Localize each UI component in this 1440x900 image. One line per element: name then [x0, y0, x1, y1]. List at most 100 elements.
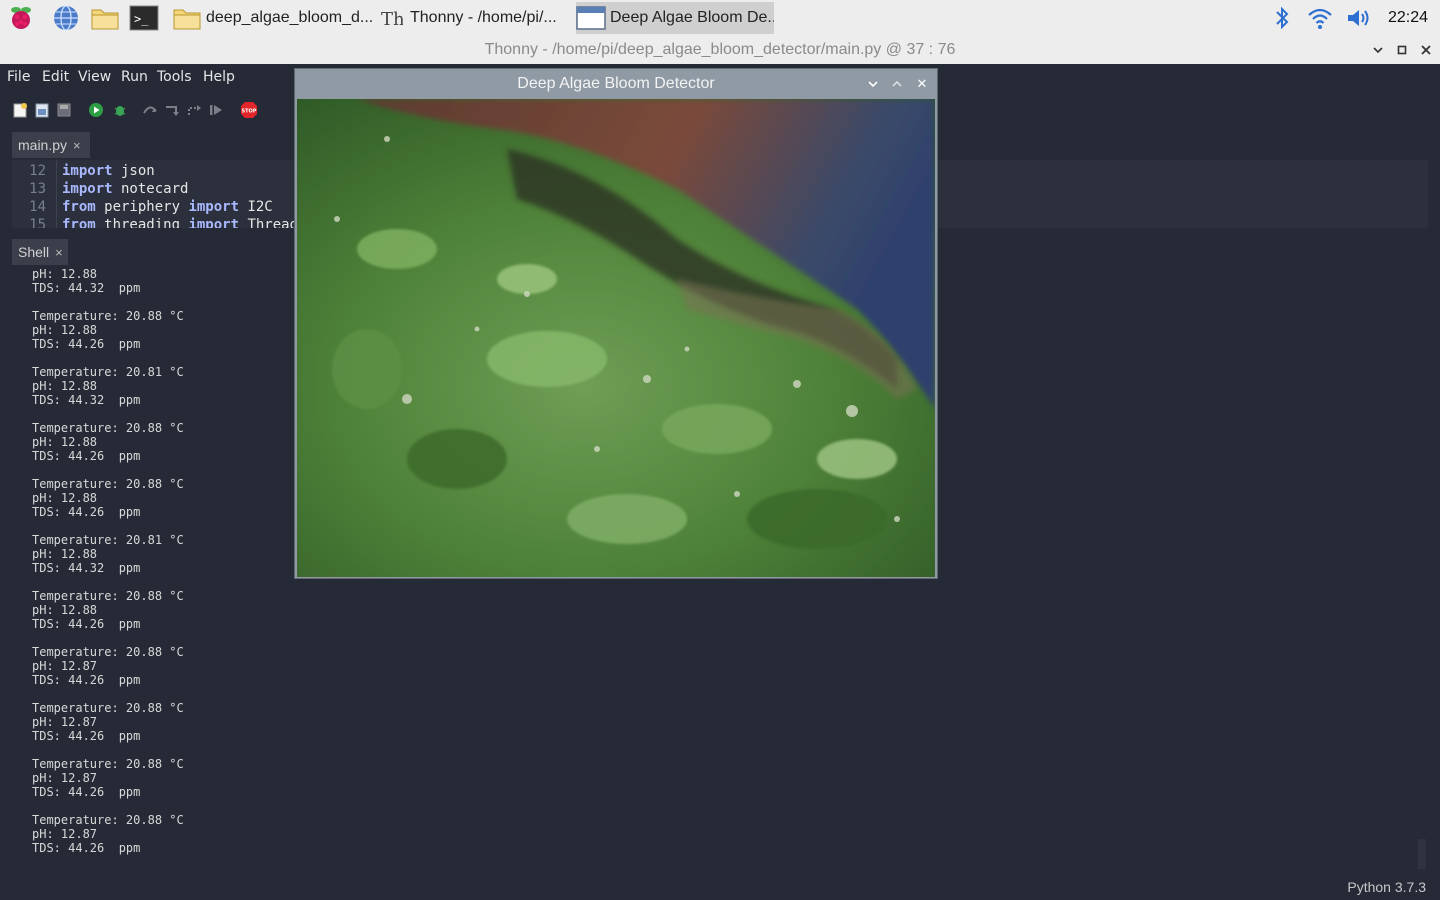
step-out-icon [188, 105, 201, 115]
close-tab-icon[interactable]: × [73, 138, 81, 153]
raspberry-menu-icon[interactable] [6, 3, 36, 33]
shell-reading: Temperature: 20.88 °C pH: 12.88 TDS: 44.26… [32, 421, 184, 463]
shell-line: TDS: 44.26 ppm [32, 729, 141, 743]
menu-edit[interactable]: Edit [42, 69, 69, 85]
stop-button[interactable]: STOP [239, 100, 259, 120]
save-button[interactable] [54, 100, 74, 120]
bug-icon [114, 106, 126, 116]
clock[interactable]: 22:24 [1388, 0, 1428, 36]
keyword: import [62, 163, 113, 179]
line-number: 13 [29, 181, 46, 197]
bluetooth-icon[interactable] [1267, 3, 1297, 33]
square-icon [1397, 45, 1407, 55]
shell-line: pH: 12.88 [32, 491, 98, 505]
open-file-icon [35, 103, 49, 118]
tab-main-py[interactable]: main.py × [12, 132, 90, 158]
chevron-up-icon [892, 81, 902, 87]
camera-close-button[interactable]: ✕ [912, 74, 932, 94]
shell-scrollbar[interactable] [1418, 839, 1426, 869]
shell-line: Temperature: 20.88 °C [32, 701, 184, 715]
close-button[interactable] [1414, 36, 1438, 64]
shell-output: pH: 12.88 TDS: 44.32 ppm Temperature: 20.8… [32, 267, 184, 869]
code-text: threading [95, 217, 189, 228]
keyword: import [188, 217, 240, 228]
minimize-button[interactable] [1366, 36, 1390, 64]
shell-reading: Temperature: 20.81 °C pH: 12.88 TDS: 44.32… [32, 533, 184, 575]
code-line: import json [62, 163, 155, 179]
step-over-button[interactable] [140, 100, 160, 120]
task-camera-window[interactable]: Deep Algae Bloom De... [576, 2, 774, 34]
close-icon: ✕ [916, 76, 928, 92]
folder-icon [172, 3, 202, 33]
camera-maximize-button[interactable] [887, 74, 907, 94]
shell-line: TDS: 44.26 ppm [32, 617, 141, 631]
task-thonny[interactable]: Th Thonny - /home/pi/... [376, 2, 572, 34]
line-number: 12 [29, 163, 46, 179]
file-manager-icon[interactable] [90, 3, 120, 33]
tab-label: main.py [18, 137, 68, 153]
shell-line: Temperature: 20.88 °C [32, 477, 184, 491]
shell-line: TDS: 44.26 ppm [32, 673, 141, 687]
shell-line: pH: 12.88 [32, 435, 98, 449]
code-line: from periphery import I2C [62, 199, 273, 215]
step-out-button[interactable] [184, 100, 204, 120]
task-file-manager[interactable]: deep_algae_bloom_d... [172, 2, 372, 34]
code-text: notecard [112, 181, 189, 197]
shell-line: TDS: 44.32 ppm [32, 393, 141, 407]
shell-line: TDS: 44.32 ppm [32, 561, 141, 575]
step-into-button[interactable] [162, 100, 182, 120]
menu-view[interactable]: View [78, 69, 111, 85]
thonny-icon: Th [376, 3, 406, 33]
tab-label: Shell [18, 244, 50, 260]
keyword: from [62, 199, 96, 215]
wifi-icon[interactable] [1305, 3, 1335, 33]
run-button[interactable] [86, 100, 106, 120]
taskbar: >_ deep_algae_bloom_d... Th Thonny - /ho… [0, 0, 1440, 37]
thonny-titlebar[interactable]: Thonny - /home/pi/deep_algae_bloom_detec… [0, 36, 1440, 64]
status-bar: Python 3.7.3 [0, 876, 1440, 900]
web-browser-icon[interactable] [51, 3, 81, 33]
maximize-button[interactable] [1390, 36, 1414, 64]
terminal-icon[interactable]: >_ [129, 3, 159, 33]
open-file-button[interactable] [32, 100, 52, 120]
shell-line: Temperature: 20.88 °C [32, 421, 184, 435]
shell-line: pH: 12.87 [32, 827, 98, 841]
svg-text:STOP: STOP [242, 109, 257, 115]
resume-button[interactable] [206, 100, 226, 120]
shell-line: pH: 12.88 [32, 323, 98, 337]
shell-line: pH: 12.87 [32, 659, 98, 673]
camera-minimize-button[interactable] [863, 74, 883, 94]
python-version[interactable]: Python 3.7.3 [1347, 879, 1426, 895]
code-line: import notecard [62, 181, 188, 197]
volume-icon[interactable] [1344, 3, 1374, 33]
shell-reading: Temperature: 20.88 °C pH: 12.87 TDS: 44.26… [32, 701, 184, 743]
shell-reading: Temperature: 20.88 °C pH: 12.87 TDS: 44.26… [32, 813, 184, 855]
new-file-button[interactable] [10, 100, 30, 120]
tab-shell[interactable]: Shell × [12, 239, 68, 265]
shell-line: Temperature: 20.88 °C [32, 813, 184, 827]
code-text: Thread [239, 217, 299, 228]
shell-line: pH: 12.88 [32, 603, 98, 617]
shell-line: TDS: 44.26 ppm [32, 785, 141, 799]
camera-feed-image [297, 99, 935, 577]
camera-window-title[interactable]: Deep Algae Bloom Detector [295, 69, 937, 99]
menu-run[interactable]: Run [121, 69, 148, 85]
step-into-icon [166, 106, 179, 116]
debug-button[interactable] [110, 100, 130, 120]
shell-line: pH: 12.87 [32, 771, 98, 785]
menu-help[interactable]: Help [203, 69, 235, 85]
close-tab-icon[interactable]: × [55, 245, 63, 260]
stop-icon: STOP [241, 102, 257, 118]
camera-window[interactable]: Deep Algae Bloom Detector ✕ [294, 68, 938, 579]
window-icon [576, 3, 606, 33]
shell-line: pH: 12.88 [32, 267, 98, 281]
task-label: deep_algae_bloom_d... [206, 9, 372, 26]
menu-tools[interactable]: Tools [157, 69, 192, 85]
shell-reading: Temperature: 20.81 °C pH: 12.88 TDS: 44.32… [32, 365, 184, 407]
code-text: I2C [239, 199, 273, 215]
menu-file[interactable]: File [7, 69, 30, 85]
svg-text:>_: >_ [134, 12, 149, 26]
svg-text:Th: Th [381, 9, 403, 30]
shell-line: TDS: 44.26 ppm [32, 337, 141, 351]
code-text: periphery [95, 199, 189, 215]
